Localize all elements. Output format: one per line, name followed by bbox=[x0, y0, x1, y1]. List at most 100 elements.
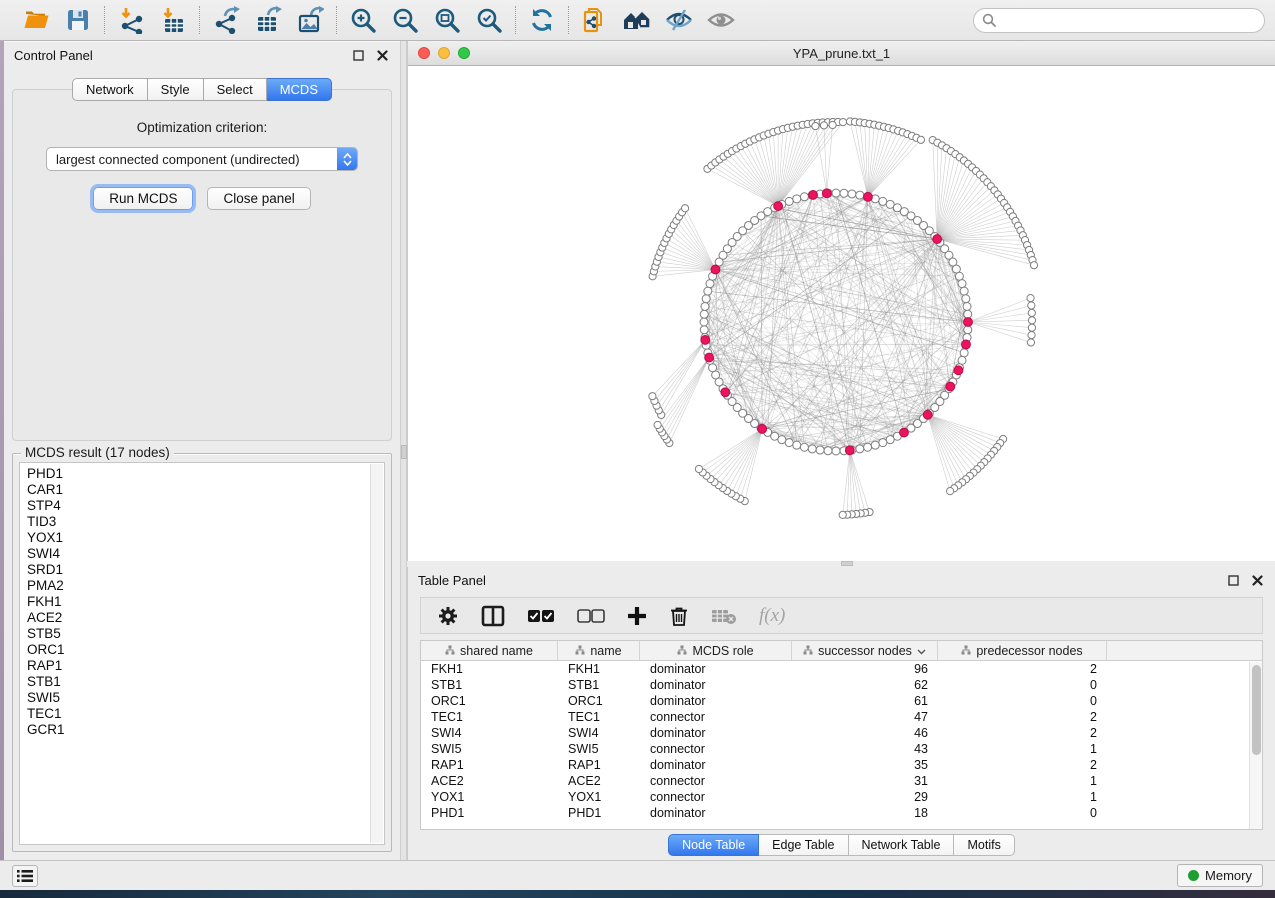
satellite-node[interactable] bbox=[820, 122, 827, 129]
ring-node[interactable] bbox=[864, 443, 872, 451]
mcds-result-item[interactable]: TID3 bbox=[27, 514, 384, 530]
ring-node[interactable] bbox=[800, 443, 808, 451]
mcds-result-item[interactable]: GCR1 bbox=[27, 722, 384, 738]
ring-node[interactable] bbox=[848, 190, 856, 198]
ring-node[interactable] bbox=[964, 310, 972, 318]
mcds-node[interactable] bbox=[711, 265, 720, 274]
ring-node[interactable] bbox=[700, 310, 708, 318]
mcds-result-item[interactable]: PHD1 bbox=[27, 466, 384, 482]
save-session-icon[interactable] bbox=[62, 5, 94, 35]
network-window-titlebar[interactable]: YPA_prune.txt_1 bbox=[408, 41, 1275, 66]
tab-mcds[interactable]: MCDS bbox=[267, 78, 332, 101]
column-header-name[interactable]: name bbox=[558, 641, 640, 660]
column-header-MCDS-role[interactable]: MCDS role bbox=[640, 641, 792, 660]
mcds-node[interactable] bbox=[946, 382, 955, 391]
delete-column-icon[interactable] bbox=[669, 603, 689, 629]
tab-network-table[interactable]: Network Table bbox=[849, 834, 955, 856]
ring-node[interactable] bbox=[856, 191, 864, 199]
ring-node[interactable] bbox=[840, 189, 848, 197]
table-row[interactable]: FKH1FKH1dominator962 bbox=[421, 661, 1262, 677]
zoom-fit-icon[interactable] bbox=[431, 5, 463, 35]
table-row[interactable]: SWI4SWI4dominator462 bbox=[421, 725, 1262, 741]
zoom-in-icon[interactable] bbox=[347, 5, 379, 35]
optimization-criterion-select[interactable]: largest connected component (undirected) bbox=[46, 147, 358, 171]
export-image-icon[interactable] bbox=[294, 5, 326, 35]
mcds-node[interactable] bbox=[864, 192, 873, 201]
mcds-node[interactable] bbox=[774, 202, 783, 211]
mcds-result-item[interactable]: YOX1 bbox=[27, 530, 384, 546]
ring-node[interactable] bbox=[960, 287, 968, 295]
satellite-node[interactable] bbox=[681, 205, 688, 212]
column-header-successor-nodes[interactable]: successor nodes bbox=[792, 641, 938, 660]
ring-node[interactable] bbox=[879, 439, 887, 447]
network-manager-icon[interactable] bbox=[621, 5, 653, 35]
tab-node-table[interactable]: Node Table bbox=[668, 834, 759, 856]
satellite-node[interactable] bbox=[812, 122, 819, 129]
vertical-splitter[interactable] bbox=[400, 41, 407, 860]
satellite-node[interactable] bbox=[839, 119, 846, 126]
zoom-out-icon[interactable] bbox=[389, 5, 421, 35]
close-panel-button[interactable]: Close panel bbox=[207, 187, 310, 210]
ring-node[interactable] bbox=[702, 295, 710, 303]
mcds-node[interactable] bbox=[809, 191, 818, 200]
ring-node[interactable] bbox=[793, 195, 801, 203]
tab-select[interactable]: Select bbox=[204, 78, 267, 101]
ring-node[interactable] bbox=[963, 302, 971, 310]
zoom-selected-icon[interactable] bbox=[473, 5, 505, 35]
mcds-result-item[interactable]: ORC1 bbox=[27, 642, 384, 658]
ring-node[interactable] bbox=[824, 447, 832, 455]
mcds-node[interactable] bbox=[758, 425, 767, 434]
satellite-node[interactable] bbox=[946, 488, 953, 495]
mcds-result-item[interactable]: FKH1 bbox=[27, 594, 384, 610]
mcds-node[interactable] bbox=[962, 340, 971, 349]
ring-node[interactable] bbox=[886, 436, 894, 444]
ring-node[interactable] bbox=[700, 326, 708, 334]
table-row[interactable]: PHD1PHD1dominator180 bbox=[421, 805, 1262, 821]
mcds-node[interactable] bbox=[954, 366, 963, 375]
ring-node[interactable] bbox=[955, 272, 963, 280]
satellite-node[interactable] bbox=[1027, 295, 1034, 302]
ring-node[interactable] bbox=[832, 189, 840, 197]
run-mcds-button[interactable]: Run MCDS bbox=[93, 187, 193, 210]
export-table-icon[interactable] bbox=[252, 5, 284, 35]
mcds-result-item[interactable]: RAP1 bbox=[27, 658, 384, 674]
result-list-scrollbar[interactable] bbox=[370, 464, 383, 843]
splitter-handle[interactable] bbox=[401, 445, 407, 459]
mcds-result-item[interactable]: STB5 bbox=[27, 626, 384, 642]
ring-node[interactable] bbox=[785, 197, 793, 205]
tab-style[interactable]: Style bbox=[148, 78, 204, 101]
ring-node[interactable] bbox=[785, 439, 793, 447]
mcds-node[interactable] bbox=[701, 336, 710, 345]
mcds-result-item[interactable]: CAR1 bbox=[27, 482, 384, 498]
satellite-node[interactable] bbox=[1028, 309, 1035, 316]
mcds-node[interactable] bbox=[900, 428, 909, 437]
table-row[interactable]: TEC1TEC1connector472 bbox=[421, 709, 1262, 725]
table-row[interactable]: RAP1RAP1dominator352 bbox=[421, 757, 1262, 773]
ring-node[interactable] bbox=[709, 364, 717, 372]
satellite-node[interactable] bbox=[695, 465, 702, 472]
ring-node[interactable] bbox=[701, 302, 709, 310]
horizontal-splitter[interactable] bbox=[407, 561, 1275, 567]
ring-node[interactable] bbox=[960, 349, 968, 357]
table-scrollbar[interactable] bbox=[1249, 662, 1262, 829]
ring-node[interactable] bbox=[816, 446, 824, 454]
satellite-node[interactable] bbox=[1028, 324, 1035, 331]
ring-node[interactable] bbox=[793, 441, 801, 449]
search-input[interactable] bbox=[1001, 13, 1256, 28]
mcds-result-item[interactable]: STP4 bbox=[27, 498, 384, 514]
table-row[interactable]: ORC1ORC1dominator610 bbox=[421, 693, 1262, 709]
show-columns-icon[interactable] bbox=[481, 603, 505, 629]
satellite-node[interactable] bbox=[1028, 302, 1035, 309]
ring-node[interactable] bbox=[958, 280, 966, 288]
memory-button[interactable]: Memory bbox=[1177, 864, 1263, 887]
mcds-node[interactable] bbox=[923, 410, 932, 419]
table-scrollbar-thumb[interactable] bbox=[1252, 665, 1261, 755]
mcds-result-item[interactable]: PMA2 bbox=[27, 578, 384, 594]
tab-network[interactable]: Network bbox=[72, 78, 148, 101]
ring-node[interactable] bbox=[706, 280, 714, 288]
satellite-node[interactable] bbox=[1028, 317, 1035, 324]
task-history-button[interactable] bbox=[12, 865, 38, 887]
open-file-icon[interactable] bbox=[20, 5, 52, 35]
search-field[interactable] bbox=[973, 8, 1265, 33]
mcds-node[interactable] bbox=[845, 446, 854, 455]
